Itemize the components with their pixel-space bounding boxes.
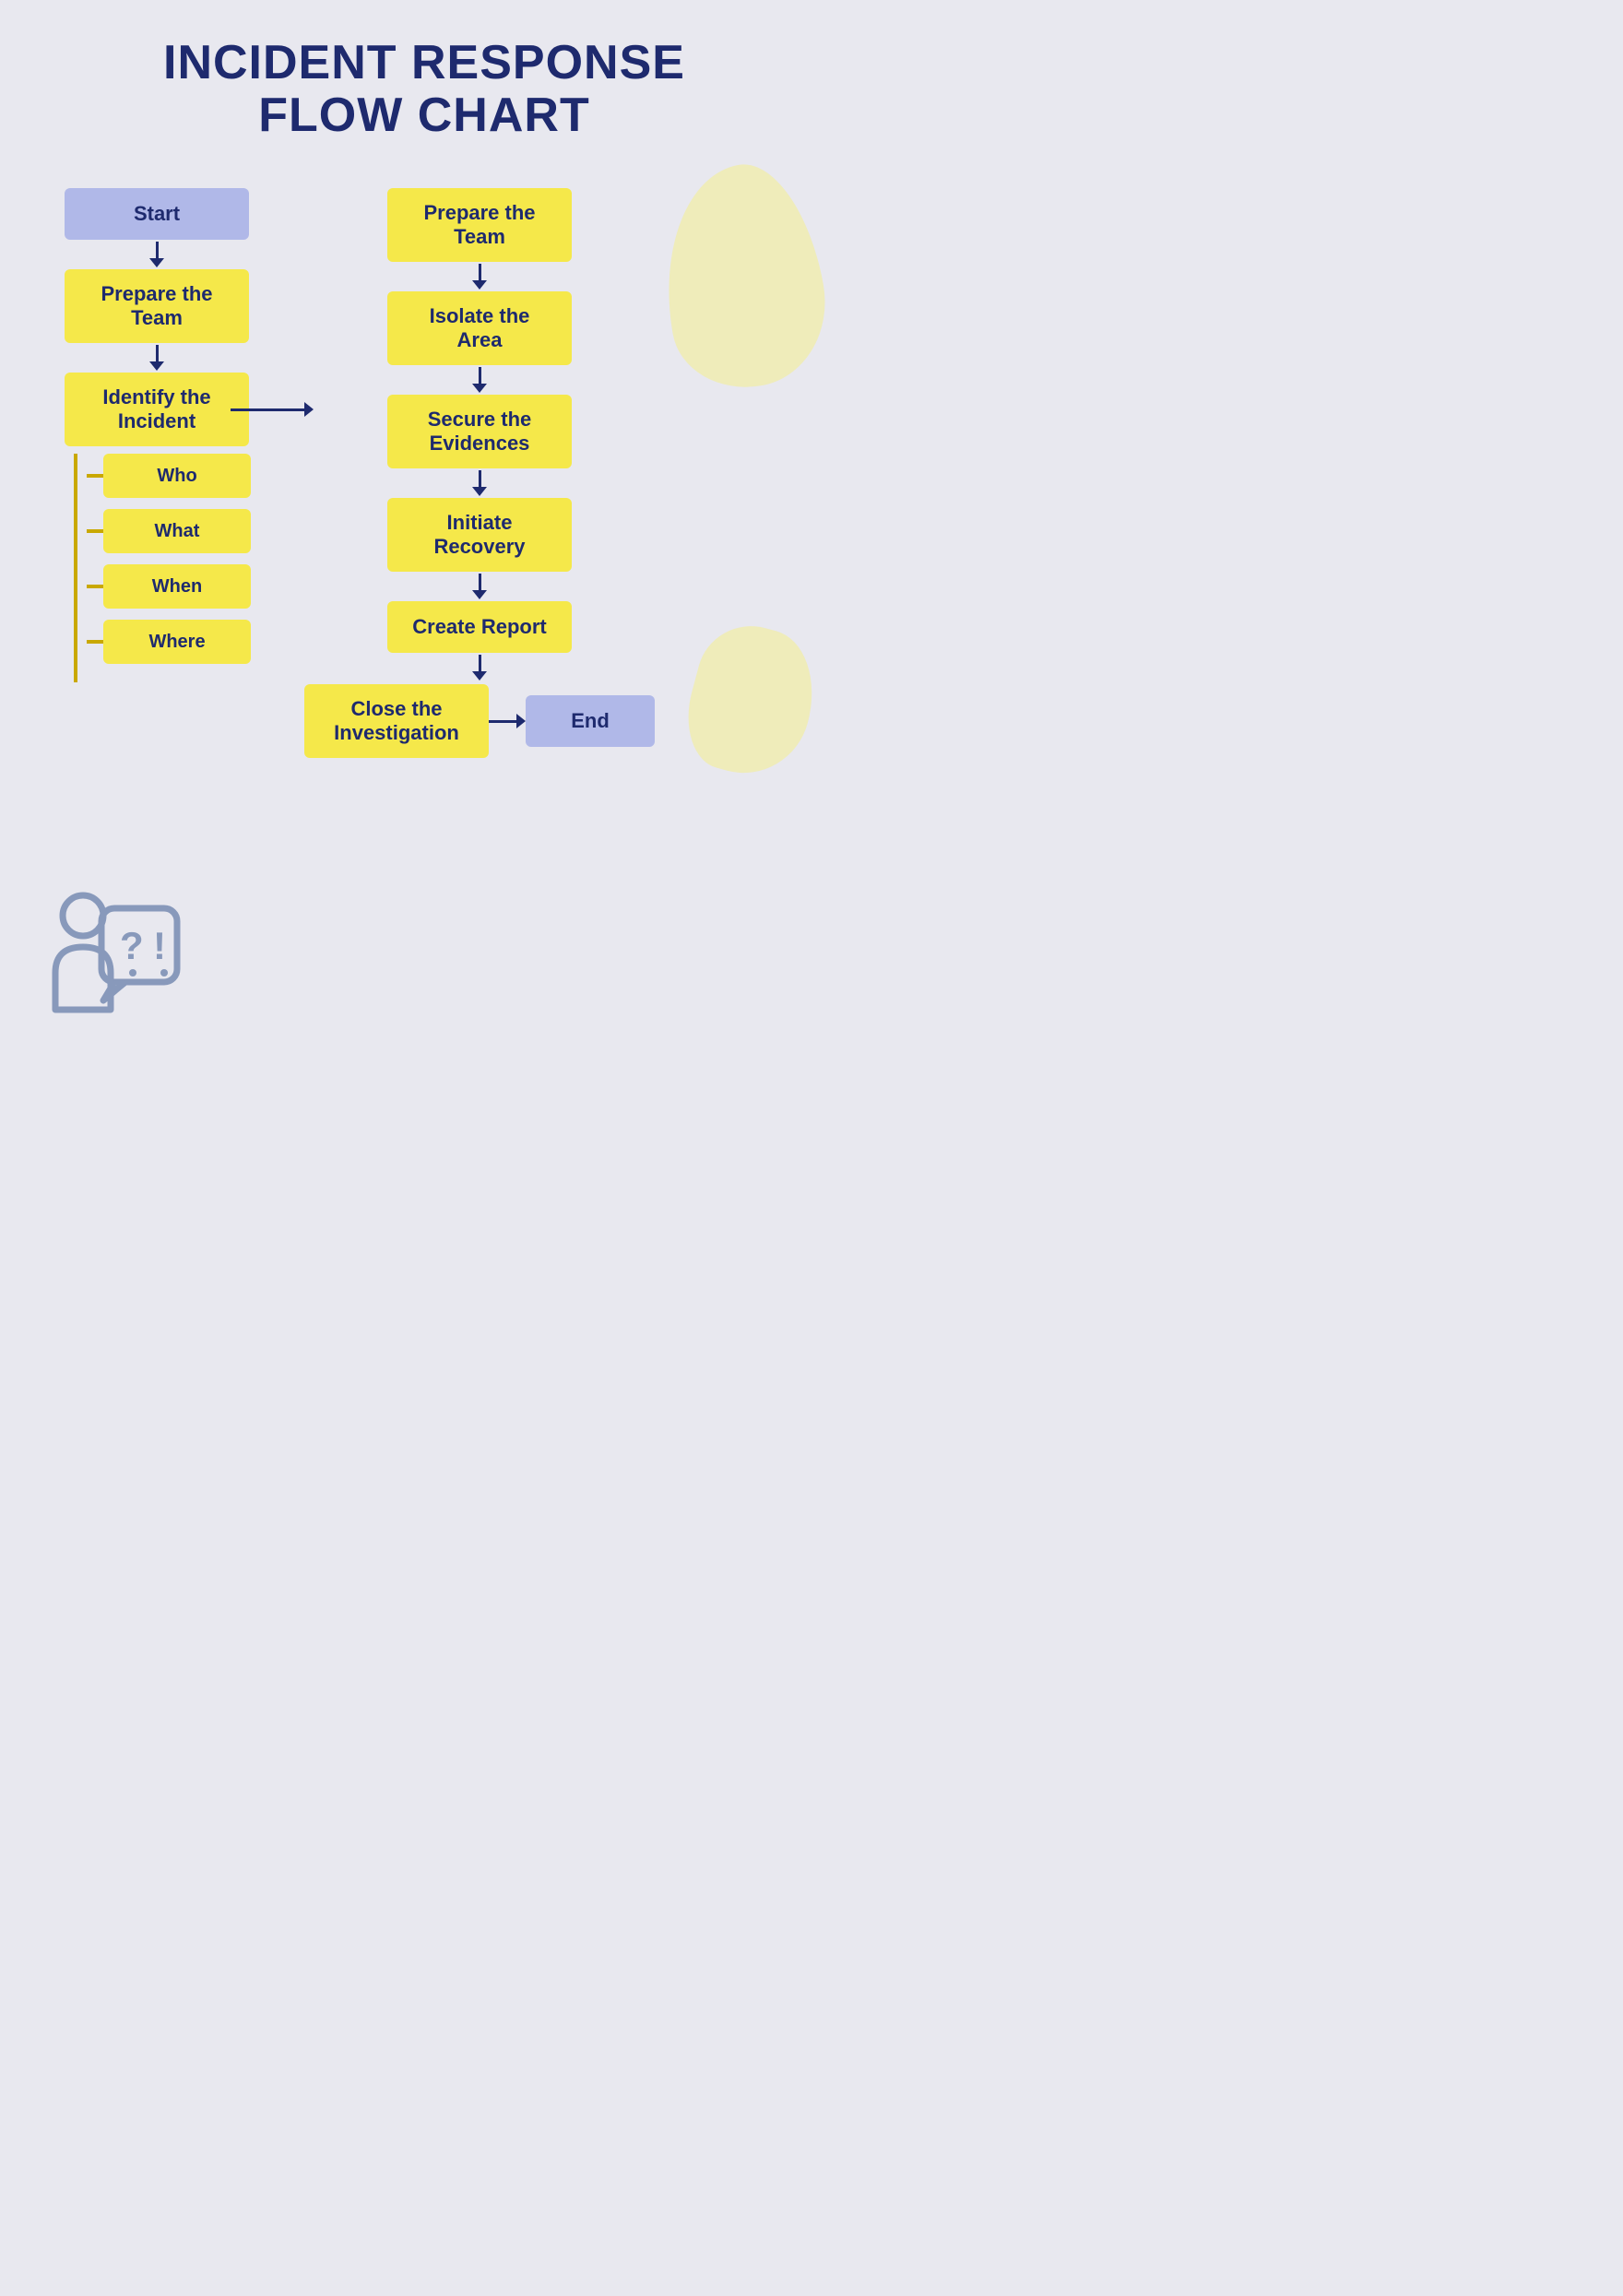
arrow-line (156, 345, 159, 361)
who-box: Who (103, 454, 251, 498)
prepare-team-label-right: Prepare the Team (406, 201, 553, 249)
arrow-head (472, 671, 487, 681)
arrow-line (479, 655, 481, 671)
right-col-inner: Prepare the Team Isolate the Area Secure… (304, 188, 655, 758)
initiate-recovery-box: Initiate Recovery (387, 498, 572, 572)
isolate-area-box: Isolate the Area (387, 291, 572, 365)
arrow-h-head-end (516, 714, 526, 728)
branch-row-what: What (87, 509, 251, 553)
where-box: Where (103, 620, 251, 664)
isolate-area-label: Isolate the Area (406, 304, 553, 352)
arrow-h-line-end (489, 720, 516, 723)
branch-vertical-line (74, 454, 77, 682)
prepare-team-box-left: Prepare the Team (65, 269, 249, 343)
flow-container: Start Prepare the Team Identify the (46, 188, 802, 758)
arrow-line (479, 574, 481, 590)
branch-row-when: When (87, 564, 251, 609)
branch-h-line-when (87, 585, 103, 588)
identify-section: Identify the Incident (46, 373, 267, 446)
arrow-r2 (472, 367, 487, 393)
page: INCIDENT RESPONSE FLOW CHART Start Prepa… (0, 0, 848, 1070)
branch-h-line-what (87, 529, 103, 533)
branch-items: Who What When (87, 454, 251, 664)
create-report-label: Create Report (412, 615, 546, 639)
end-box: End (526, 695, 655, 747)
svg-text:!: ! (153, 924, 166, 967)
when-label: When (152, 576, 202, 598)
identify-incident-label: Identify the Incident (83, 385, 231, 433)
page-title: INCIDENT RESPONSE FLOW CHART (46, 37, 802, 142)
start-label: Start (134, 202, 180, 226)
create-report-box: Create Report (387, 601, 572, 653)
branch-row-who: Who (87, 454, 251, 498)
person-icon: ? ! (28, 881, 184, 1037)
arrow-head (472, 280, 487, 290)
person-icon-area: ? ! (28, 881, 184, 1042)
arrow-identify-to-right (231, 402, 314, 417)
arrow-head (472, 487, 487, 496)
what-box: What (103, 509, 251, 553)
branch-line-container: Who What When (46, 454, 267, 682)
identify-row: Identify the Incident (46, 373, 267, 446)
prepare-team-label-left: Prepare the Team (83, 282, 231, 330)
arrow-line (156, 242, 159, 258)
arrow-head (149, 361, 164, 371)
right-column: Prepare the Team Isolate the Area Secure… (378, 188, 581, 758)
who-label: Who (157, 466, 196, 487)
arrow-r5 (472, 655, 487, 681)
arrow-head (149, 258, 164, 267)
initiate-recovery-label: Initiate Recovery (406, 511, 553, 559)
end-label: End (571, 709, 610, 733)
title-line1: INCIDENT RESPONSE (163, 36, 685, 89)
arrow-head (472, 384, 487, 393)
when-box: When (103, 564, 251, 609)
arrow-head (472, 590, 487, 599)
arrow-prepare-to-identify (149, 345, 164, 371)
arrow-h-line (231, 408, 304, 411)
secure-evidences-label: Secure the Evidences (406, 408, 553, 456)
left-column: Start Prepare the Team Identify the (46, 188, 267, 682)
start-box: Start (65, 188, 249, 240)
close-investigation-row: Close the Investigation End (304, 684, 655, 758)
close-investigation-box: Close the Investigation (304, 684, 489, 758)
prepare-team-box-right: Prepare the Team (387, 188, 572, 262)
branch-h-line-where (87, 640, 103, 644)
title-line2: FLOW CHART (258, 89, 589, 142)
arrow-r3 (472, 470, 487, 496)
branch-row-where: Where (87, 620, 251, 664)
branch-h-line-who (87, 474, 103, 478)
branch-section: Who What When (46, 454, 267, 682)
identify-incident-box: Identify the Incident (65, 373, 249, 446)
secure-evidences-box: Secure the Evidences (387, 395, 572, 468)
svg-text:?: ? (120, 924, 144, 967)
arrow-r4 (472, 574, 487, 599)
arrow-r1 (472, 264, 487, 290)
what-label: What (155, 521, 200, 542)
arrow-line (479, 470, 481, 487)
arrow-start-to-prepare (149, 242, 164, 267)
arrow-close-to-end (489, 714, 526, 728)
where-label: Where (148, 632, 205, 653)
close-investigation-label: Close the Investigation (323, 697, 470, 745)
arrow-line (479, 264, 481, 280)
arrow-line (479, 367, 481, 384)
